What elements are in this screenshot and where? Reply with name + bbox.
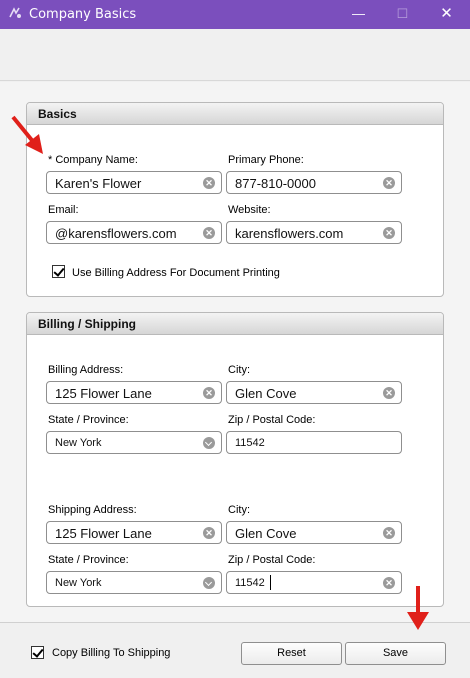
clear-icon[interactable]: ✕ xyxy=(383,577,395,589)
close-window-button[interactable]: ✕ xyxy=(424,0,469,29)
primary-phone-value: 877-810-0000 xyxy=(235,176,316,191)
use-billing-label: Use Billing Address For Document Printin… xyxy=(72,267,280,279)
website-value: karensflowers.com xyxy=(235,226,344,241)
clear-icon[interactable]: ✕ xyxy=(383,527,395,539)
shipping-city-label: City: xyxy=(228,504,250,516)
billing-state-value: New York xyxy=(55,437,102,449)
billing-city-value: Glen Cove xyxy=(235,386,297,401)
billing-state-label: State / Province: xyxy=(48,414,129,426)
billing-address-input[interactable]: 125 Flower Lane ✕ xyxy=(46,381,222,404)
shipping-city-value: Glen Cove xyxy=(235,526,297,541)
shipping-city-input[interactable]: Glen Cove ✕ xyxy=(226,521,402,544)
billing-state-select[interactable]: New York xyxy=(46,431,222,454)
title-bar: Company Basics — ☐ ✕ xyxy=(0,0,470,29)
window-title: Company Basics xyxy=(29,7,137,22)
basics-panel-header: Basics xyxy=(27,103,443,125)
bottom-bar: Copy Billing To Shipping Reset Save xyxy=(0,622,470,678)
email-label: Email: xyxy=(48,204,79,216)
shipping-state-value: New York xyxy=(55,577,102,589)
basics-panel: Basics * Company Name: Karen's Flower ✕ … xyxy=(26,102,444,297)
email-value: @karensflowers.com xyxy=(55,226,177,241)
use-billing-checkbox[interactable] xyxy=(52,265,65,278)
minimize-button[interactable]: — xyxy=(336,0,381,29)
clear-icon[interactable]: ✕ xyxy=(383,177,395,189)
billing-address-label: Billing Address: xyxy=(48,364,124,376)
billing-shipping-panel: Billing / Shipping Billing Address: 125 … xyxy=(26,312,444,607)
shipping-state-label: State / Province: xyxy=(48,554,129,566)
email-input[interactable]: @karensflowers.com ✕ xyxy=(46,221,222,244)
billing-zip-value: 11542 xyxy=(235,437,265,449)
billing-city-input[interactable]: Glen Cove ✕ xyxy=(226,381,402,404)
company-name-value: Karen's Flower xyxy=(55,176,142,191)
shipping-address-label: Shipping Address: xyxy=(48,504,137,516)
billing-zip-input[interactable]: 11542 xyxy=(226,431,402,454)
company-name-input[interactable]: Karen's Flower ✕ xyxy=(46,171,222,194)
clear-icon[interactable]: ✕ xyxy=(383,387,395,399)
app-logo-icon xyxy=(9,7,21,18)
maximize-button[interactable]: ☐ xyxy=(380,0,425,29)
primary-phone-label: Primary Phone: xyxy=(228,154,304,166)
primary-phone-input[interactable]: 877-810-0000 ✕ xyxy=(226,171,402,194)
copy-billing-label: Copy Billing To Shipping xyxy=(52,647,171,659)
clear-icon[interactable]: ✕ xyxy=(383,227,395,239)
billing-shipping-panel-header: Billing / Shipping xyxy=(27,313,443,335)
toolbar-area xyxy=(0,29,470,81)
clear-icon[interactable]: ✕ xyxy=(203,177,215,189)
text-caret xyxy=(270,575,271,590)
clear-icon[interactable]: ✕ xyxy=(203,227,215,239)
save-button[interactable]: Save xyxy=(345,642,446,665)
website-input[interactable]: karensflowers.com ✕ xyxy=(226,221,402,244)
shipping-address-input[interactable]: 125 Flower Lane ✕ xyxy=(46,521,222,544)
copy-billing-checkbox[interactable] xyxy=(31,646,44,659)
billing-zip-label: Zip / Postal Code: xyxy=(228,414,316,426)
billing-address-value: 125 Flower Lane xyxy=(55,386,152,401)
reset-button[interactable]: Reset xyxy=(241,642,342,665)
billing-city-label: City: xyxy=(228,364,250,376)
clear-icon[interactable]: ✕ xyxy=(203,527,215,539)
shipping-zip-input[interactable]: 11542 ✕ xyxy=(226,571,402,594)
shipping-zip-label: Zip / Postal Code: xyxy=(228,554,316,566)
chevron-down-icon[interactable] xyxy=(203,437,215,449)
annotation-arrow-icon xyxy=(11,115,43,154)
website-label: Website: xyxy=(228,204,271,216)
chevron-down-icon[interactable] xyxy=(203,577,215,589)
shipping-state-select[interactable]: New York xyxy=(46,571,222,594)
billing-shipping-panel-title: Billing / Shipping xyxy=(38,317,136,331)
annotation-arrow-icon xyxy=(407,586,429,630)
clear-icon[interactable]: ✕ xyxy=(203,387,215,399)
shipping-zip-value: 11542 xyxy=(235,577,265,589)
company-name-label: * Company Name: xyxy=(48,154,138,166)
shipping-address-value: 125 Flower Lane xyxy=(55,526,152,541)
